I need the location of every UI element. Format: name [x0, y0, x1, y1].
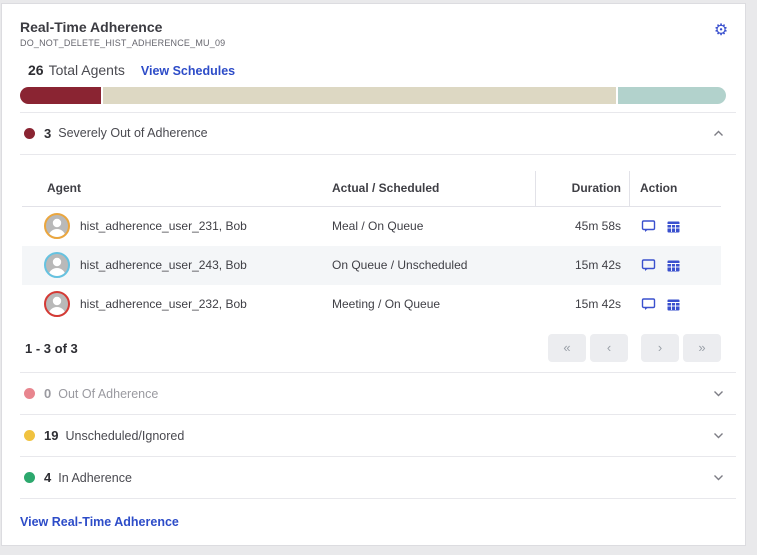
section-out-of-adherence[interactable]: 0 Out Of Adherence: [2, 373, 745, 415]
severely-out-agents-table: Agent Actual / Scheduled Duration Action…: [22, 170, 721, 324]
section-label: Out Of Adherence: [58, 386, 159, 401]
schedule-calendar-icon[interactable]: [666, 258, 681, 273]
section-count: 4: [44, 470, 52, 486]
chevron-down-icon: [712, 471, 725, 484]
widget-footer: View Real-Time Adherence: [2, 499, 745, 545]
chat-icon[interactable]: [641, 297, 656, 312]
previous-page-button[interactable]: ‹: [590, 334, 628, 363]
last-page-button[interactable]: »: [683, 334, 721, 363]
adherence-bar-segment-severely-out-of-adherence: [20, 87, 101, 104]
section-count: 19: [44, 428, 59, 444]
column-header-agent: Agent: [47, 181, 81, 196]
column-header-action: Action: [629, 170, 721, 206]
next-page-button[interactable]: ›: [641, 334, 679, 363]
section-in-adherence[interactable]: 4 In Adherence: [2, 457, 745, 498]
agents-summary: 26 Total Agents View Schedules: [2, 48, 745, 78]
adherence-bar-segment-in-adherence: [618, 87, 726, 104]
divider: [20, 153, 736, 155]
pagination-bar: 1 - 3 of 3 « ‹ › »: [22, 324, 721, 373]
widget-header: Real-Time Adherence DO_NOT_DELETE_HIST_A…: [2, 4, 745, 48]
column-header-actual-scheduled: Actual / Scheduled: [332, 181, 440, 196]
chat-icon[interactable]: [641, 258, 656, 273]
table-header-row: Agent Actual / Scheduled Duration Action: [22, 170, 721, 207]
agent-name: hist_adherence_user_231, Bob: [80, 219, 247, 234]
first-page-button[interactable]: «: [548, 334, 586, 363]
severely-out-dot-icon: [24, 127, 35, 139]
actual-scheduled-value: On Queue / Unscheduled: [332, 258, 468, 273]
unscheduled-dot-icon: [24, 430, 35, 442]
table-row: hist_adherence_user_243, Bob On Queue / …: [22, 245, 721, 285]
section-count: 3: [44, 125, 52, 141]
pagination-range-label: 1 - 3 of 3: [25, 340, 78, 356]
section-label: In Adherence: [58, 470, 132, 485]
section-unscheduled-ignored[interactable]: 19 Unscheduled/Ignored: [2, 415, 745, 457]
view-real-time-adherence-link[interactable]: View Real-Time Adherence: [20, 515, 179, 529]
avatar: [44, 252, 70, 279]
section-label: Unscheduled/Ignored: [65, 428, 185, 443]
adherence-stacked-bar: [20, 87, 726, 104]
page-title: Real-Time Adherence: [20, 19, 163, 35]
real-time-adherence-widget: Real-Time Adherence DO_NOT_DELETE_HIST_A…: [1, 3, 746, 546]
actual-scheduled-value: Meeting / On Queue: [332, 297, 441, 312]
table-row: hist_adherence_user_231, Bob Meal / On Q…: [22, 207, 721, 246]
chevron-down-icon: [712, 429, 725, 442]
in-adherence-dot-icon: [24, 472, 35, 484]
duration-value: 15m 42s: [574, 297, 621, 312]
column-header-duration: Duration: [535, 170, 629, 206]
chevron-down-icon: [712, 387, 725, 400]
actual-scheduled-value: Meal / On Queue: [332, 219, 424, 234]
total-agents-count: 26: [28, 62, 44, 78]
schedule-calendar-icon[interactable]: [666, 297, 681, 312]
agent-name: hist_adherence_user_243, Bob: [80, 258, 247, 273]
avatar: [44, 213, 70, 240]
out-of-adherence-dot-icon: [24, 388, 35, 400]
view-schedules-link[interactable]: View Schedules: [141, 64, 235, 78]
duration-value: 15m 42s: [574, 258, 621, 273]
settings-gear-icon[interactable]: ⚙: [711, 21, 731, 41]
avatar: [44, 291, 70, 318]
chevron-up-icon: [712, 127, 725, 140]
duration-value: 45m 58s: [574, 219, 621, 234]
management-unit-subtitle: DO_NOT_DELETE_HIST_ADHERENCE_MU_09: [20, 38, 226, 48]
chat-icon[interactable]: [641, 219, 656, 234]
section-label: Severely Out of Adherence: [58, 126, 208, 141]
agent-name: hist_adherence_user_232, Bob: [80, 297, 247, 312]
schedule-calendar-icon[interactable]: [666, 219, 681, 234]
section-count: 0: [44, 386, 52, 402]
adherence-bar-segment-unscheduled-ignored: [103, 87, 616, 104]
table-row: hist_adherence_user_232, Bob Meeting / O…: [22, 285, 721, 324]
total-agents-label: Total Agents: [48, 62, 125, 78]
section-severely-out-of-adherence[interactable]: 3 Severely Out of Adherence: [2, 113, 745, 154]
